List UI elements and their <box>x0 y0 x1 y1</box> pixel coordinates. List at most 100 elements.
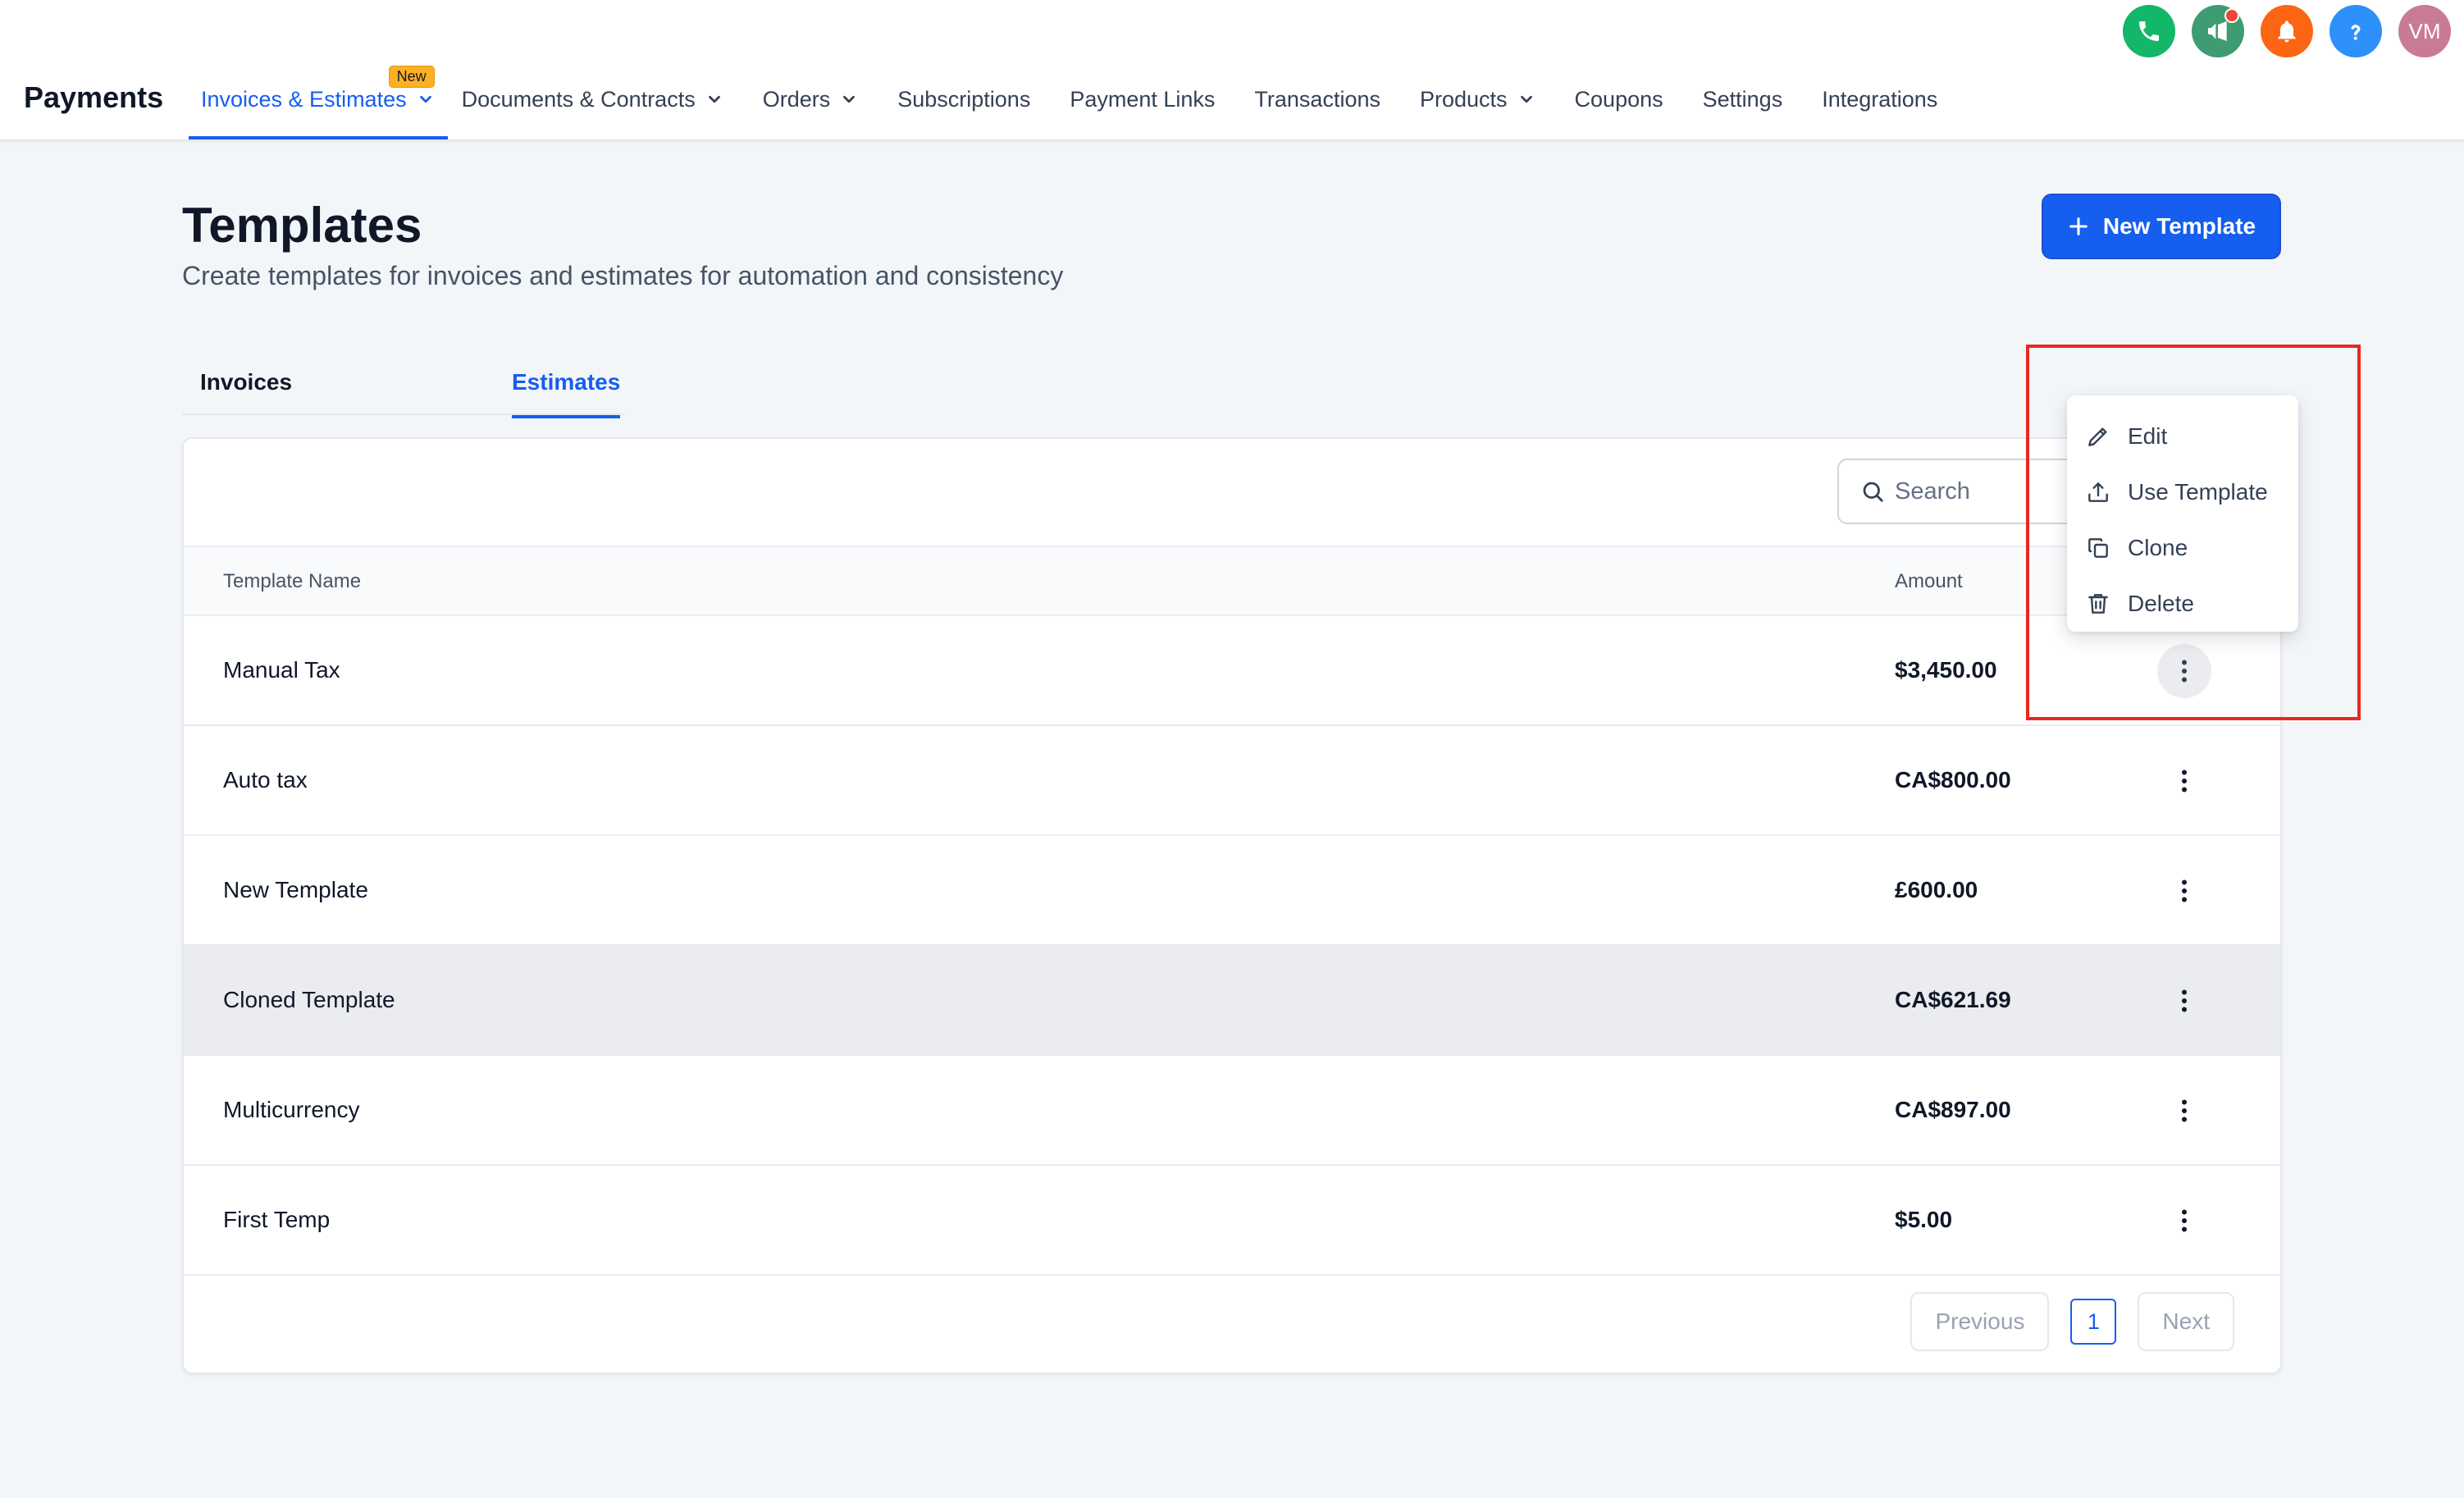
amount-cell: £600.00 <box>1895 877 1978 902</box>
copy-icon <box>2088 538 2108 558</box>
template-name-cell: New Template <box>223 877 368 902</box>
table-row[interactable]: First Temp $5.00 <box>184 1166 2280 1276</box>
row-actions-button[interactable] <box>2157 864 2211 918</box>
nav-label: Products <box>1419 87 1508 112</box>
menu-item-label: Clone <box>2128 535 2188 560</box>
amount-cell: CA$800.00 <box>1895 767 2011 792</box>
template-name-cell: First Temp <box>223 1207 331 1232</box>
template-name-cell: Cloned Template <box>223 987 395 1012</box>
search-placeholder: Search <box>1895 477 1970 505</box>
template-tabs: Invoices Estimates <box>182 361 625 418</box>
new-template-button[interactable]: New Template <box>2042 194 2281 259</box>
nav-label: Settings <box>1702 87 1783 112</box>
nav-label: Documents & Contracts <box>461 87 696 112</box>
more-vertical-icon <box>2182 770 2187 792</box>
nav-label: Invoices & Estimates <box>201 87 407 112</box>
nav-payment-links[interactable]: Payment Links <box>1070 0 1215 141</box>
top-navbar: Payments Invoices & Estimates New Docume… <box>0 0 2464 141</box>
nav-label: Transactions <box>1254 87 1380 112</box>
announcements-button[interactable] <box>2192 5 2244 57</box>
chevron-down-icon <box>843 95 856 103</box>
new-template-label: New Template <box>2102 213 2256 239</box>
amount-cell: $3,450.00 <box>1895 657 1997 683</box>
menu-item-edit[interactable]: Edit <box>2067 409 2298 464</box>
nav-label: Subscriptions <box>897 87 1031 112</box>
menu-item-label: Delete <box>2128 591 2194 616</box>
search-icon <box>1863 482 1883 502</box>
template-name-cell: Multicurrency <box>223 1097 360 1122</box>
row-actions-menu: Edit Use Template Clone Delete <box>2067 395 2298 632</box>
app-title: Payments <box>24 80 164 114</box>
megaphone-icon <box>2208 21 2227 41</box>
row-actions-button[interactable] <box>2157 754 2211 808</box>
new-badge: New <box>388 66 435 88</box>
table-row[interactable]: Auto tax CA$800.00 <box>184 726 2280 836</box>
menu-item-delete[interactable]: Delete <box>2067 576 2298 632</box>
menu-item-label: Use Template <box>2128 479 2268 505</box>
user-avatar[interactable]: VM <box>2398 5 2451 57</box>
chevron-down-icon <box>419 95 431 103</box>
phone-icon <box>2139 21 2159 41</box>
pagination: Previous 1 Next <box>1910 1292 2234 1351</box>
question-icon <box>2351 25 2361 40</box>
help-button[interactable] <box>2329 5 2382 57</box>
row-actions-button[interactable] <box>2157 1084 2211 1138</box>
upload-icon <box>2088 482 2108 502</box>
row-actions-button[interactable] <box>2157 974 2211 1028</box>
previous-page-button[interactable]: Previous <box>1910 1292 2050 1351</box>
table-row[interactable]: Manual Tax $3,450.00 <box>184 616 2280 726</box>
column-template-name: Template Name <box>223 570 362 592</box>
trash-icon <box>2088 594 2108 614</box>
menu-item-use-template[interactable]: Use Template <box>2067 464 2298 520</box>
search-input[interactable]: Search <box>1837 459 2100 524</box>
table-body: Manual Tax $3,450.00 Auto tax CA$800.00 … <box>184 616 2280 1276</box>
more-vertical-icon <box>2182 660 2187 683</box>
bell-icon <box>2278 21 2296 43</box>
nav-integrations[interactable]: Integrations <box>1822 0 1937 141</box>
nav-documents-contracts[interactable]: Documents & Contracts <box>462 0 723 141</box>
table-row[interactable]: Cloned Template CA$621.69 <box>184 946 2280 1056</box>
nav-settings[interactable]: Settings <box>1703 0 1783 141</box>
notifications-button[interactable] <box>2261 5 2313 57</box>
chevron-down-icon <box>1520 95 1532 103</box>
amount-cell: $5.00 <box>1895 1207 1953 1232</box>
main-nav: Invoices & Estimates New Documents & Con… <box>189 0 1937 141</box>
next-page-button[interactable]: Next <box>2138 1292 2234 1351</box>
column-amount: Amount <box>1895 570 1963 592</box>
template-name-cell: Manual Tax <box>223 657 340 683</box>
more-vertical-icon <box>2182 989 2187 1012</box>
row-actions-button[interactable] <box>2157 644 2211 698</box>
templates-card: Search Template Name Amount Manual Tax $… <box>182 437 2282 1374</box>
amount-cell: CA$897.00 <box>1895 1097 2011 1122</box>
nav-subscriptions[interactable]: Subscriptions <box>897 0 1030 141</box>
amount-cell: CA$621.69 <box>1895 987 2011 1012</box>
page-subtitle: Create templates for invoices and estima… <box>182 261 1064 290</box>
tab-estimates[interactable]: Estimates <box>512 369 621 418</box>
nav-label: Integrations <box>1822 87 1938 112</box>
nav-label: Coupons <box>1574 87 1663 112</box>
pencil-icon <box>2088 427 2107 446</box>
table-row[interactable]: Multicurrency CA$897.00 <box>184 1056 2280 1166</box>
more-vertical-icon <box>2182 879 2187 902</box>
menu-item-label: Edit <box>2128 423 2168 449</box>
header-icons: VM <box>2123 5 2451 57</box>
row-actions-button[interactable] <box>2157 1194 2211 1248</box>
plus-icon <box>2069 217 2088 235</box>
table-header: Template Name Amount <box>184 546 2280 616</box>
table-row[interactable]: New Template £600.00 <box>184 836 2280 946</box>
nav-label: Orders <box>762 87 831 112</box>
phone-button[interactable] <box>2123 5 2175 57</box>
menu-item-clone[interactable]: Clone <box>2067 520 2298 576</box>
template-name-cell: Auto tax <box>223 767 308 792</box>
page-title: Templates <box>182 198 422 253</box>
nav-orders[interactable]: Orders <box>763 0 859 141</box>
nav-invoices-estimates[interactable]: Invoices & Estimates New <box>189 0 448 141</box>
nav-transactions[interactable]: Transactions <box>1254 0 1380 141</box>
more-vertical-icon <box>2182 1099 2187 1122</box>
tab-invoices[interactable]: Invoices <box>200 369 292 417</box>
page-number-current[interactable]: 1 <box>2070 1299 2117 1345</box>
nav-coupons[interactable]: Coupons <box>1575 0 1663 141</box>
notification-dot <box>2224 8 2239 23</box>
more-vertical-icon <box>2182 1209 2187 1232</box>
nav-products[interactable]: Products <box>1420 0 1535 141</box>
